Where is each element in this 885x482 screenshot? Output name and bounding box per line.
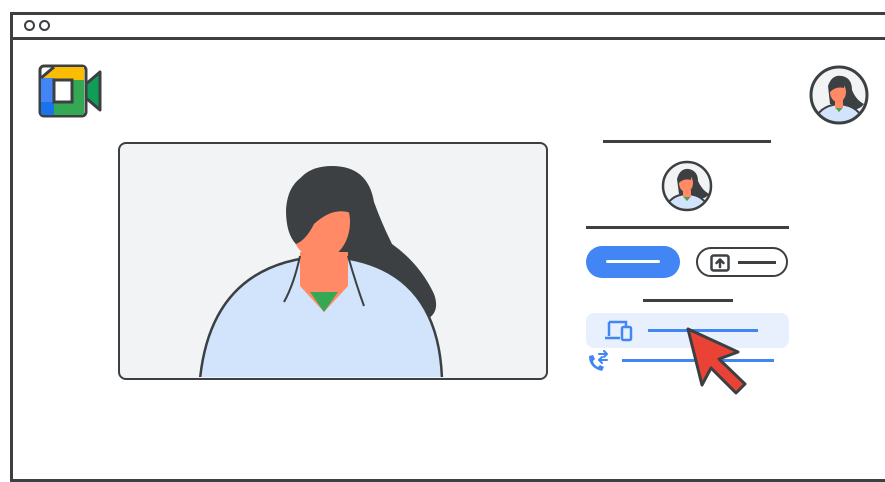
present-button[interactable] <box>696 247 788 277</box>
woman-participant-illustration <box>199 166 444 377</box>
devices-icon <box>605 320 633 342</box>
window-dot-icon[interactable] <box>39 20 50 31</box>
panel-title-placeholder <box>603 140 771 143</box>
phone-transfer-icon <box>589 350 608 371</box>
other-options-heading <box>643 299 733 302</box>
panel-divider <box>586 226 789 229</box>
window-titlebar <box>10 12 885 40</box>
upload-arrow-icon <box>710 254 730 272</box>
join-now-button[interactable] <box>586 246 680 278</box>
user-avatar-icon <box>661 160 713 212</box>
google-meet-logo-icon <box>38 64 102 118</box>
window-dot-icon[interactable] <box>24 20 35 31</box>
participant-video-tile[interactable] <box>118 142 548 380</box>
present-button-label <box>738 261 776 264</box>
join-button-label <box>606 260 660 263</box>
window-title <box>10 12 11 13</box>
account-avatar[interactable] <box>808 64 870 126</box>
mouse-pointer-icon <box>686 327 747 395</box>
